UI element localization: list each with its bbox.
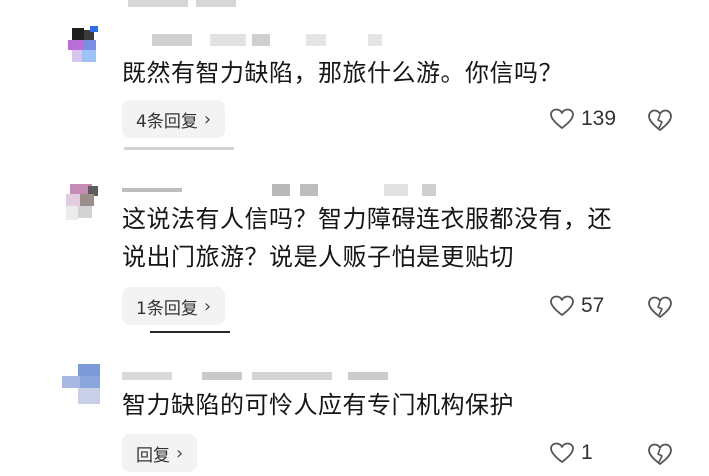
clipped-previous-comment [0,0,709,16]
username-blurred[interactable] [122,368,402,382]
comment-text-line: 智力缺陷的可怜人应有专门机构保护 [122,391,514,419]
reply-label: 回复 [136,445,170,466]
view-replies-button[interactable]: 1条回复 › [122,287,226,325]
chevron-right-icon: › [203,295,212,317]
comment-text-line: 说出门旅游？说是人贩子怕是更贴切 [122,243,514,271]
reply-count-label: 1条回复 [136,298,198,319]
username-blurred[interactable] [122,34,402,48]
reply-count-label: 4条回复 [136,111,198,132]
user-avatar[interactable] [58,180,104,226]
heart-outline-icon [550,442,574,463]
chevron-right-icon: › [176,442,184,464]
comment-text: 既然有智力缺陷，那旅什么游。你信吗？ [122,54,682,92]
chevron-right-icon: › [203,108,212,130]
reply-button[interactable]: 回复 › [122,434,198,472]
comment-text: 这说法有人信吗？智力障碍连衣服都没有，还 说出门旅游？说是人贩子怕是更贴切 [122,200,682,276]
heart-outline-icon [550,108,574,129]
divider-fragment [124,147,234,150]
like-button[interactable]: 1 [549,441,593,465]
broken-heart-icon[interactable] [646,294,674,320]
like-button[interactable]: 57 [549,294,604,318]
heart-outline-icon [550,295,574,316]
broken-heart-icon[interactable] [646,107,674,133]
like-button[interactable]: 139 [549,107,616,131]
user-avatar[interactable] [58,362,104,408]
divider-fragment [150,331,230,333]
like-count: 139 [581,107,617,130]
user-avatar[interactable] [58,22,104,68]
broken-heart-icon[interactable] [646,441,674,467]
like-count: 57 [581,294,605,317]
view-replies-button[interactable]: 4条回复 › [122,100,226,138]
comment-text-line: 这说法有人信吗？智力障碍连衣服都没有，还 [122,205,612,233]
username-blurred[interactable] [122,184,436,198]
comment-text-line: 既然有智力缺陷，那旅什么游。你信吗？ [122,59,563,87]
comment-text: 智力缺陷的可怜人应有专门机构保护 [122,386,682,424]
like-count: 1 [581,441,593,464]
